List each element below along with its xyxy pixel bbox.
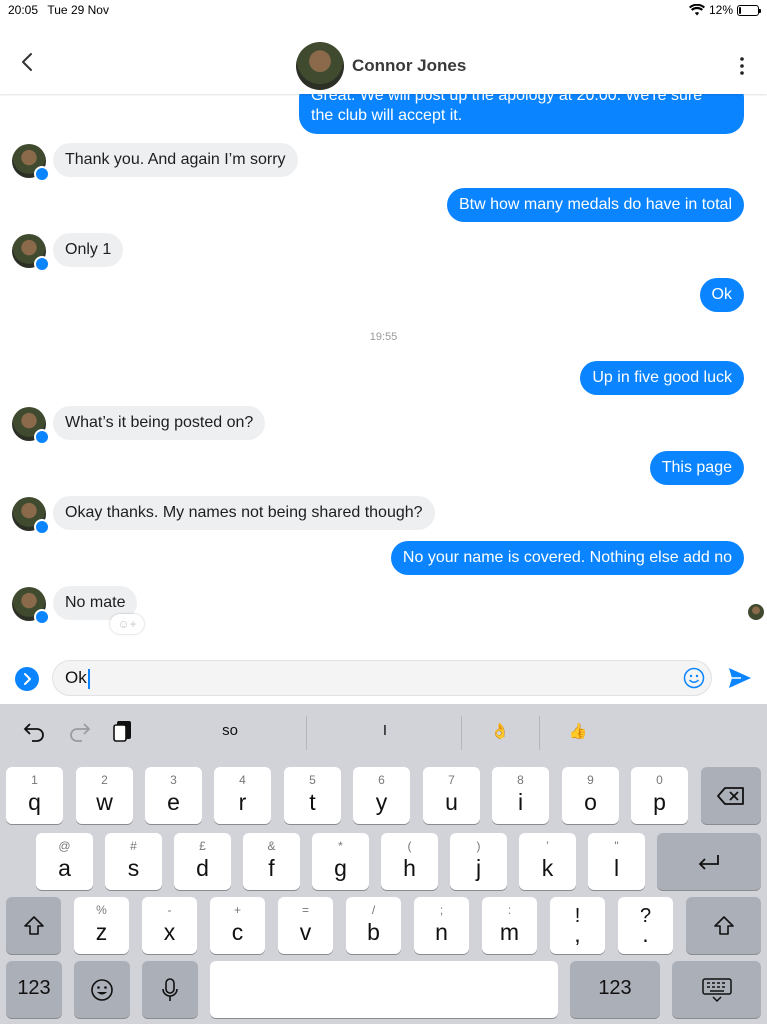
messenger-badge-icon [34, 519, 50, 535]
return-key[interactable] [657, 833, 761, 890]
message-outgoing[interactable]: Great. We will post up the apology at 20… [299, 94, 744, 134]
text-caret [87, 668, 90, 689]
space-key[interactable] [210, 961, 558, 1018]
message-incoming[interactable]: What’s it being posted on? [53, 406, 266, 440]
key-l[interactable]: " l [588, 833, 645, 890]
key-w[interactable]: 2w [76, 767, 133, 824]
key-f[interactable]: & f [243, 833, 300, 890]
key-d[interactable]: £ d [174, 833, 231, 890]
back-chevron-icon[interactable] [14, 50, 42, 74]
more-options-icon[interactable] [739, 56, 745, 76]
contact-info[interactable]: Connor Jones [296, 42, 466, 90]
timestamp: 19:55 [369, 331, 398, 343]
wifi-icon [688, 4, 705, 16]
message-incoming[interactable]: Thank you. And again I’m sorry [53, 143, 298, 177]
suggestion-ok-hand-emoji[interactable]: 👌 [470, 722, 530, 740]
emoji-key[interactable] [74, 961, 130, 1018]
seen-avatar [748, 604, 764, 620]
backspace-icon [717, 786, 744, 805]
key-p[interactable]: 0p [631, 767, 688, 824]
status-time: 20:05 [8, 3, 39, 17]
messenger-badge-icon [34, 609, 50, 625]
key-k[interactable]: ’ k [519, 833, 576, 890]
message-outgoing[interactable]: No your name is covered. Nothing else ad… [390, 541, 744, 575]
key-m[interactable]: :m [482, 897, 537, 954]
avatar[interactable] [12, 407, 50, 445]
messenger-badge-icon [34, 256, 50, 272]
key-c[interactable]: + c [210, 897, 265, 954]
key-r[interactable]: 4r [214, 767, 271, 824]
suggestion-bar: so I 👌 👍 [0, 704, 767, 760]
key-v[interactable]: = v [278, 897, 333, 954]
avatar[interactable] [12, 587, 50, 625]
shift-icon [23, 915, 44, 935]
status-date: Tue 29 Nov [47, 3, 109, 17]
avatar[interactable] [12, 234, 50, 272]
hide-keyboard-key[interactable] [672, 961, 761, 1018]
emoji-icon [91, 978, 113, 1001]
key-z[interactable]: % z [74, 897, 129, 954]
message-incoming[interactable]: Okay thanks. My names not being shared t… [53, 496, 435, 530]
emoji-icon[interactable] [683, 667, 705, 689]
add-reaction-icon[interactable]: ☺+ [110, 614, 144, 634]
onscreen-keyboard: so I 👌 👍 1q 2w 3e 4r 5t 6y 7u 8i 9o 0p @… [0, 704, 767, 1024]
key-s[interactable]: # s [105, 833, 162, 890]
key-g[interactable]: * g [312, 833, 369, 890]
dictation-key[interactable] [142, 961, 198, 1018]
key-a[interactable]: @ a [36, 833, 93, 890]
message-outgoing[interactable]: This page [649, 451, 744, 485]
avatar[interactable] [12, 497, 50, 535]
redo-icon[interactable] [66, 718, 92, 744]
key-i[interactable]: 8i [492, 767, 549, 824]
contact-name[interactable]: Connor Jones [352, 56, 466, 76]
key-h[interactable]: (h [381, 833, 438, 890]
message-outgoing[interactable]: Ok [699, 278, 744, 312]
shift-icon [713, 915, 734, 935]
shift-key-left[interactable] [6, 897, 61, 954]
key-q[interactable]: 1q [6, 767, 63, 824]
battery-icon [737, 4, 761, 16]
send-icon[interactable] [727, 666, 753, 690]
status-bar: 20:05 Tue 29 Nov 12% [0, 0, 767, 22]
chevron-right-icon [24, 673, 31, 685]
numbers-key-left[interactable]: 123 [6, 961, 62, 1018]
undo-icon[interactable] [22, 718, 48, 744]
key-n[interactable]: ; n [414, 897, 469, 954]
suggestion-1[interactable]: so [180, 722, 280, 739]
shift-key-right[interactable] [686, 897, 761, 954]
message-composer: Ok [0, 650, 767, 704]
suggestion-2[interactable]: I [330, 722, 440, 739]
key-x[interactable]: -x [142, 897, 197, 954]
key-e[interactable]: 3e [145, 767, 202, 824]
suggestion-thumbs-up-emoji[interactable]: 👍 [548, 722, 608, 740]
message-incoming[interactable]: Only 1 [53, 233, 124, 267]
key-b[interactable]: / b [346, 897, 401, 954]
paste-icon[interactable] [110, 718, 136, 744]
key-j[interactable]: ) j [450, 833, 507, 890]
numbers-key-right[interactable]: 123 [570, 961, 660, 1018]
message-outgoing[interactable]: Up in five good luck [580, 361, 744, 395]
battery-percent: 12% [708, 3, 733, 17]
backspace-key[interactable] [701, 767, 761, 824]
message-outgoing[interactable]: Btw how many medals do have in total [446, 188, 744, 222]
avatar[interactable] [12, 144, 50, 182]
conversation[interactable]: Great. We will post up the apology at 20… [0, 94, 767, 640]
messenger-badge-icon [34, 429, 50, 445]
expand-actions-button[interactable] [15, 667, 39, 691]
keyboard-dismiss-icon [701, 977, 732, 1002]
key-o[interactable]: 9o [562, 767, 619, 824]
key-y[interactable]: 6y [353, 767, 410, 824]
key-t[interactable]: 5t [284, 767, 341, 824]
return-icon [698, 854, 719, 870]
messenger-badge-icon [34, 166, 50, 182]
microphone-icon [162, 977, 178, 1001]
contact-avatar[interactable] [296, 42, 344, 90]
key-period[interactable]: ?. [618, 897, 673, 954]
key-u[interactable]: 7u [423, 767, 480, 824]
message-input[interactable]: Ok [52, 660, 712, 696]
conversation-header: Connor Jones [0, 22, 767, 94]
key-comma[interactable]: !, [550, 897, 605, 954]
